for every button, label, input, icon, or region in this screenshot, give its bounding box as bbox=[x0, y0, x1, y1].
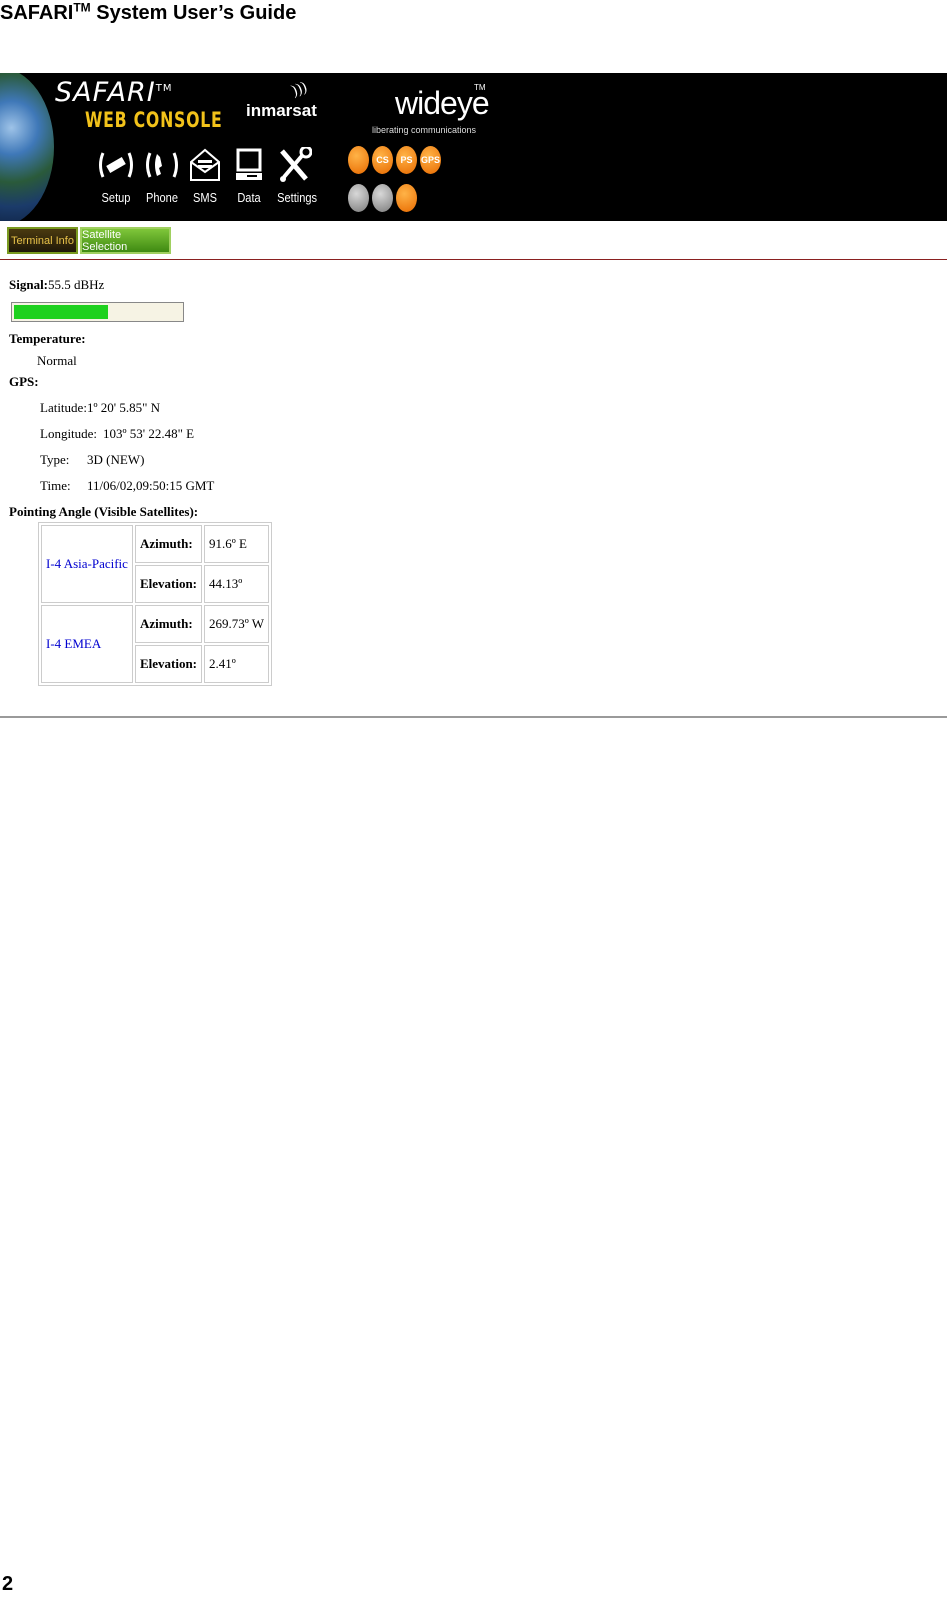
web-console-banner: SAFARITM WEB CONSOLE ))) inmarsat wideye… bbox=[0, 73, 947, 221]
settings-icon bbox=[274, 145, 316, 185]
azimuth-label: Azimuth: bbox=[134, 525, 203, 563]
gps-label: GPS: bbox=[9, 374, 39, 389]
gps-time-value: 11/06/02,09:50:15 GMT bbox=[87, 478, 215, 493]
satellite-name-link[interactable]: I-4 Asia-Pacific bbox=[41, 525, 133, 603]
signal-status-icon bbox=[396, 184, 417, 212]
signal-strength-fill bbox=[14, 305, 108, 319]
tab-terminal-info[interactable]: Terminal Info bbox=[7, 227, 78, 254]
temperature-value: Normal bbox=[37, 353, 77, 368]
content-divider bbox=[0, 716, 947, 718]
setup-icon bbox=[96, 145, 136, 185]
signal-value: 55.5 dBHz bbox=[48, 277, 105, 292]
satellite-name-link[interactable]: I-4 EMEA bbox=[41, 605, 133, 683]
wideye-trademark: TM bbox=[474, 83, 486, 92]
temperature-label: Temperature: bbox=[9, 331, 86, 346]
longitude-label: Longitude: bbox=[40, 426, 98, 441]
earth-globe-image bbox=[0, 73, 54, 221]
longitude-value: 103º 53' 22.48" E bbox=[103, 426, 195, 441]
latitude-label: Latitude: bbox=[40, 400, 87, 415]
power-status-icon bbox=[348, 146, 369, 174]
phone-icon bbox=[143, 145, 181, 185]
tab-satellite-selection[interactable]: Satellite Selection bbox=[80, 227, 171, 254]
wideye-tagline: liberating communications bbox=[372, 125, 477, 135]
lock-status-icon bbox=[372, 184, 393, 212]
document-title: SAFARITM System User’s Guide bbox=[0, 0, 297, 24]
gps-status-icon: GPS bbox=[420, 146, 441, 174]
elevation-label: Elevation: bbox=[134, 645, 203, 683]
cs-status-icon: CS bbox=[372, 146, 393, 174]
nav-data[interactable]: Data bbox=[232, 145, 266, 205]
latitude-value: 1º 20' 5.85" N bbox=[87, 400, 161, 415]
data-icon bbox=[232, 145, 266, 185]
gps-type-value: 3D (NEW) bbox=[87, 452, 145, 467]
azimuth-label: Azimuth: bbox=[134, 605, 203, 643]
nav-sms[interactable]: SMS bbox=[188, 145, 222, 205]
azimuth-value: 269.73º W bbox=[204, 605, 270, 643]
azimuth-value: 91.6º E bbox=[204, 525, 270, 563]
signal-label: Signal: bbox=[9, 277, 49, 292]
safari-logo: SAFARITM bbox=[55, 77, 173, 108]
inmarsat-logo: inmarsat bbox=[246, 101, 317, 120]
nav-phone[interactable]: Phone bbox=[143, 145, 181, 205]
gps-type-label: Type: bbox=[40, 452, 70, 467]
elevation-value: 44.13º bbox=[204, 565, 270, 603]
satellite-table: I-4 Asia-Pacific Azimuth: 91.6º E Elevat… bbox=[38, 522, 273, 686]
ps-status-icon: PS bbox=[396, 146, 417, 174]
nav-settings[interactable]: Settings bbox=[274, 145, 317, 205]
sms-icon bbox=[188, 145, 222, 185]
terminal-status-icon bbox=[348, 184, 369, 212]
tab-divider bbox=[0, 259, 947, 260]
pointing-angle-label: Pointing Angle (Visible Satellites): bbox=[9, 504, 199, 519]
inmarsat-waves-icon: ))) bbox=[289, 78, 310, 100]
page-number: 2 bbox=[2, 1573, 14, 1595]
elevation-label: Elevation: bbox=[134, 565, 203, 603]
table-row: I-4 EMEA Azimuth: 269.73º W bbox=[41, 605, 270, 683]
elevation-value: 2.41º bbox=[204, 645, 270, 683]
table-row: I-4 Asia-Pacific Azimuth: 91.6º E bbox=[41, 525, 270, 603]
signal-strength-bar bbox=[11, 302, 184, 322]
gps-time-label: Time: bbox=[40, 478, 71, 493]
nav-setup[interactable]: Setup bbox=[96, 145, 136, 205]
web-console-logo: WEB CONSOLE bbox=[85, 108, 223, 132]
